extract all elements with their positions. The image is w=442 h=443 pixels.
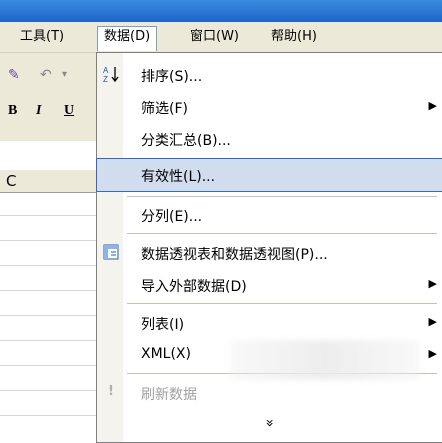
submenu-arrow-icon: ▶ [428,347,437,360]
menu-item-filter[interactable]: 筛选(F) ▶ [97,91,442,123]
column-header-c[interactable]: C [0,170,97,193]
undo-icon[interactable]: ↶ [40,67,52,83]
menu-item-text-to-columns[interactable]: 分列(E)... [97,199,442,231]
menu-item-label: 分列(E)... [141,209,203,225]
toolbar: ✎ ↶ ▾ B I U [0,53,97,141]
chevron-down-icon: » [261,418,278,428]
data-menu-dropdown: AZ 排序(S)... 筛选(F) ▶ 分类汇总(B)... 有效性(L)...… [96,52,442,443]
menu-item-validation[interactable]: 有效性(L)... [96,158,442,192]
menu-item-label: 数据透视表和数据透视图(P)... [141,247,328,263]
italic-button[interactable]: I [36,103,41,119]
menu-bar: 工具(T) 数据(D) 窗口(W) 帮助(H) [0,22,442,53]
submenu-arrow-icon: ▶ [428,277,437,290]
grid-row-line [0,215,97,216]
menu-separator [127,303,437,304]
menu-item-label: 列表(I) [141,317,185,333]
grid-row-line [0,265,97,266]
grid-row-line [0,240,97,241]
grid-row-line [0,315,97,316]
menu-item-sort[interactable]: AZ 排序(S)... [97,59,442,91]
menu-window[interactable]: 窗口(W) [184,27,245,47]
refresh-icon: ! [108,384,114,399]
window-title-bar [0,0,442,22]
menu-item-label: 筛选(F) [141,101,188,117]
submenu-arrow-icon: ▶ [428,99,437,112]
menu-separator [127,196,437,197]
menu-data[interactable]: 数据(D) [97,26,158,51]
grid-row-line [0,290,97,291]
menu-item-list[interactable]: 列表(I) ▶ [97,307,442,339]
column-header-label: C [6,172,17,190]
grid-row-line [0,365,97,366]
underline-button[interactable]: U [64,103,74,119]
menu-item-label: 有效性(L)... [141,169,216,185]
undo-dropdown-icon[interactable]: ▾ [62,69,67,80]
blurred-overlay [230,340,420,380]
menu-help[interactable]: 帮助(H) [265,27,323,47]
menu-tools[interactable]: 工具(T) [14,27,70,47]
menu-item-refresh-data: ! 刷新数据 [97,377,442,409]
submenu-arrow-icon: ▶ [428,315,437,328]
grid-row-line [0,390,97,391]
menu-item-label: 导入外部数据(D) [141,279,247,295]
menu-separator [127,233,437,234]
menu-item-label: XML(X) [141,346,191,362]
pivot-table-icon [102,243,120,261]
sort-az-icon: AZ [102,65,120,84]
grid-row-line [0,415,97,416]
format-painter-icon[interactable]: ✎ [8,67,20,83]
menu-item-label: 刷新数据 [141,387,197,403]
bold-button[interactable]: B [8,103,17,119]
svg-text:Z: Z [103,75,108,83]
grid-row-line [0,340,97,341]
menu-item-label: 分类汇总(B)... [141,133,231,149]
menu-item-subtotals[interactable]: 分类汇总(B)... [97,123,442,155]
menu-expand-button[interactable]: » [97,409,442,439]
menu-item-import-external-data[interactable]: 导入外部数据(D) ▶ [97,269,442,301]
menu-item-pivot-table[interactable]: 数据透视表和数据透视图(P)... [97,237,442,269]
svg-text:A: A [103,66,109,75]
menu-item-label: 排序(S)... [141,69,203,85]
